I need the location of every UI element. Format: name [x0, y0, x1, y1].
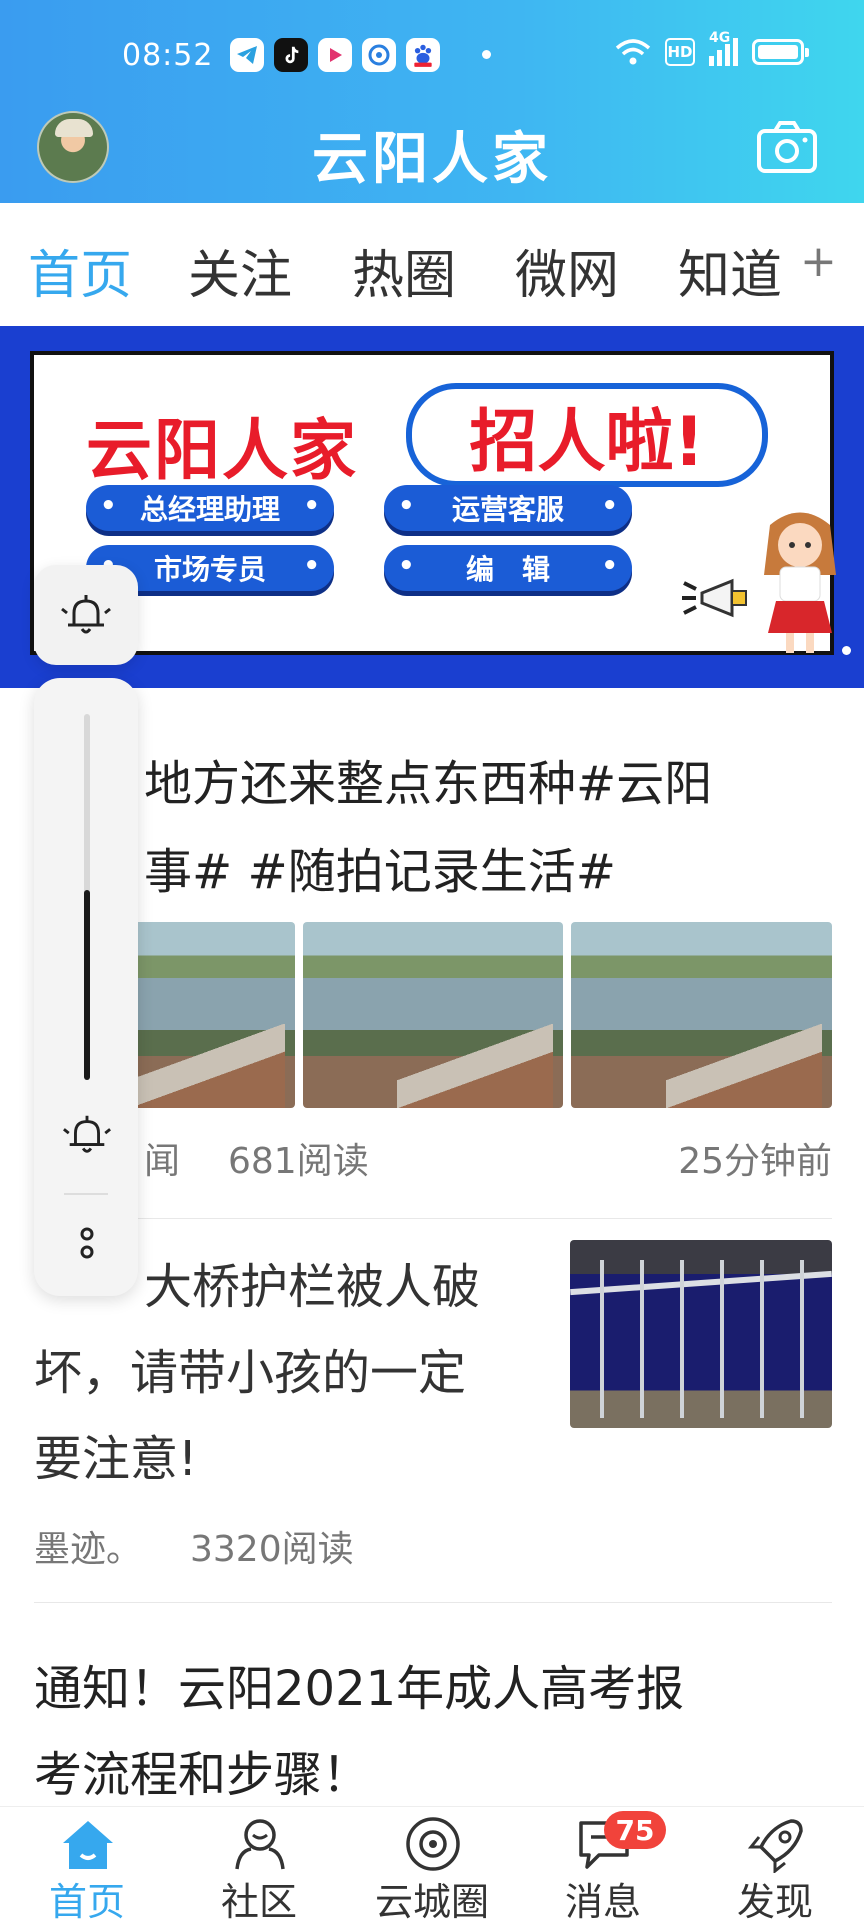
rocket-icon [747, 1819, 803, 1873]
post-source: 墨迹。 [34, 1529, 143, 1570]
post-image[interactable] [571, 922, 833, 1108]
network-type: 4G [709, 30, 731, 46]
divider [34, 1602, 832, 1603]
post-reads: 681阅读 [228, 1141, 369, 1182]
signal-icon: 4G [709, 30, 738, 66]
more-options-icon[interactable] [72, 1218, 102, 1268]
post-title-line: 要注意! [34, 1431, 198, 1487]
nav-messages[interactable]: 75 消息 [528, 1807, 678, 1920]
circle-icon [406, 1817, 460, 1871]
banner-position-pill: 总经理助理 [86, 485, 334, 531]
cartoon-girl-illustration [764, 512, 836, 653]
volume-panel [34, 678, 138, 1296]
baidu-icon [406, 38, 440, 72]
bell-icon[interactable] [62, 1110, 112, 1160]
wifi-icon [615, 39, 651, 65]
nav-label: 发现 [736, 1880, 813, 1920]
banner-position-pill: 编 辑 [384, 545, 632, 591]
channel-tabs: 首页 关注 热圈 微网 知道 [0, 203, 864, 325]
banner-callout: 招人啦! [406, 383, 768, 487]
browser-icon [362, 38, 396, 72]
ringer-mode-button[interactable] [34, 565, 138, 665]
community-icon [235, 1819, 285, 1870]
post-source: 闻 [144, 1141, 181, 1182]
status-time: 08:52 [122, 38, 214, 73]
nav-label: 首页 [48, 1880, 125, 1920]
post-time: 25分钟前 [678, 1141, 832, 1182]
post-title-line: 通知！云阳2021年成人高考报 [34, 1661, 685, 1717]
app-header: 08:52 HD 4G 云阳人家 [0, 0, 864, 203]
banner-title: 云阳人家 [86, 412, 358, 489]
divider [64, 1193, 108, 1195]
tab-home[interactable]: 首页 [28, 233, 132, 308]
tab-hot[interactable]: 热圈 [352, 233, 456, 308]
nav-home[interactable]: 首页 [12, 1807, 162, 1920]
notification-dot [482, 50, 491, 59]
post-meta: 墨迹。 3320阅读 [34, 1520, 354, 1572]
youku-icon [318, 38, 352, 72]
notification-icons [230, 38, 440, 72]
nav-label: 消息 [564, 1880, 641, 1920]
post-meta: 闻 681阅读 25分钟前 [34, 1132, 832, 1182]
message-count-badge: 75 [604, 1811, 666, 1849]
add-tab-button[interactable]: + [800, 236, 837, 287]
post-image[interactable] [302, 922, 564, 1108]
nav-label: 社区 [220, 1880, 297, 1920]
divider [34, 1218, 832, 1219]
post-title-line: 地方还来整点东西种#云阳 [144, 756, 713, 812]
tab-microweb[interactable]: 微网 [515, 233, 619, 308]
banner-callout-text: 招人啦! [469, 402, 705, 482]
post-image-grid[interactable] [34, 922, 833, 1108]
post-title[interactable]: 通知！云阳2021年成人高考报 考流程和步骤！ [34, 1646, 834, 1818]
battery-icon [752, 39, 809, 65]
nav-community[interactable]: 社区 [184, 1807, 334, 1920]
tab-follow[interactable]: 关注 [188, 233, 292, 308]
status-right: HD 4G [615, 30, 809, 66]
nav-circle[interactable]: 云城圈 [357, 1807, 507, 1920]
post-title-line: 事# #随拍记录生活# [144, 844, 616, 900]
post-title[interactable]: 地方还来整点东西种#云阳 事# #随拍记录生活# [34, 740, 834, 916]
nav-label: 云城圈 [374, 1880, 489, 1920]
banner-card: 云阳人家 招人啦! 总经理助理 运营客服 市场专员 编 辑 [30, 351, 836, 655]
tab-know[interactable]: 知道 [678, 233, 782, 308]
banner-position-pill: 运营客服 [384, 485, 632, 531]
volume-slider-fill [84, 889, 90, 1080]
nav-discover[interactable]: 发现 [700, 1807, 850, 1920]
bottom-nav: 首页 社区 云城圈 75 消息 发现 [0, 1806, 864, 1920]
telegram-icon [230, 38, 264, 72]
status-bar: 08:52 HD 4G [0, 0, 864, 105]
home-icon [63, 1821, 113, 1869]
post-image[interactable] [570, 1240, 832, 1428]
post-title-line: 坏，请带小孩的一定 [34, 1345, 467, 1401]
volume-slider[interactable] [84, 714, 90, 1080]
app-title: 云阳人家 [312, 127, 552, 192]
bell-icon [61, 595, 111, 634]
post-reads: 3320阅读 [190, 1529, 354, 1570]
hd-badge: HD [665, 38, 695, 66]
camera-icon[interactable] [757, 121, 817, 173]
tiktok-icon [274, 38, 308, 72]
banner-page-dot [842, 646, 851, 655]
